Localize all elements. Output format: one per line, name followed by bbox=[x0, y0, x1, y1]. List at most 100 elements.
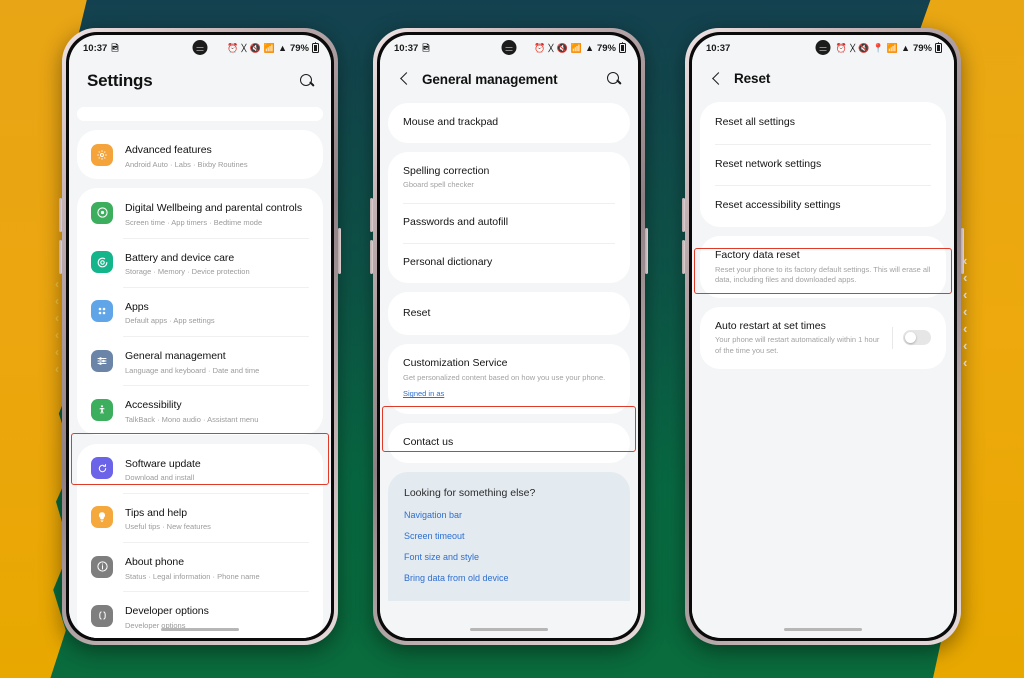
item-title: Tips and help bbox=[125, 506, 188, 519]
screen-settings: 10:37 🖻 ⏰ ᚷ 🔇 📶 ▲ 79% Settings Advanced … bbox=[69, 35, 331, 638]
software-update-icon bbox=[91, 457, 113, 480]
item-title: Contact us bbox=[403, 436, 454, 449]
image-icon: 🖻 bbox=[111, 42, 119, 53]
search-icon[interactable] bbox=[606, 71, 622, 87]
mute-icon: 🔇 bbox=[556, 42, 568, 53]
battery-percent: 79% bbox=[912, 42, 932, 54]
page-title: Settings bbox=[87, 71, 153, 90]
volume-down-button[interactable] bbox=[370, 240, 373, 274]
item-subtitle: Get personalized content based on how yo… bbox=[403, 372, 606, 382]
settings-group-3: Software update Download and install Tip… bbox=[77, 443, 323, 638]
settings-item-apps[interactable]: Apps Default apps · App settings bbox=[77, 286, 323, 336]
settings-header: Settings bbox=[69, 57, 331, 107]
gm-group-reset: Reset bbox=[388, 291, 630, 336]
screen-reset: 10:37 ⏰ ᚷ 🔇 📍 📶 ▲ 79% Reset Reset all se… bbox=[692, 35, 954, 638]
power-button[interactable] bbox=[961, 228, 964, 274]
battery-percent: 79% bbox=[289, 42, 309, 54]
settings-group-1: Advanced features Android Auto · Labs · … bbox=[77, 130, 323, 180]
item-subtitle: Language and keyboard · Date and time bbox=[125, 365, 260, 375]
signed-in-as-link[interactable]: Signed in as bbox=[403, 389, 444, 398]
item-title: Reset accessibility settings bbox=[715, 199, 841, 212]
page-title: Reset bbox=[734, 71, 771, 86]
volume-up-button[interactable] bbox=[59, 198, 62, 232]
settings-item-about-phone[interactable]: About phone Status · Legal information ·… bbox=[77, 542, 323, 591]
home-indicator[interactable] bbox=[161, 628, 239, 631]
gm-item-customization-service[interactable]: Customization Service Get personalized c… bbox=[388, 344, 630, 414]
suggestion-link-bring-data-from-old-device[interactable]: Bring data from old device bbox=[404, 573, 614, 583]
wifi-icon: 📶 bbox=[263, 42, 276, 53]
settings-item-tips-and-help[interactable]: Tips and help Useful tips · New features bbox=[77, 492, 323, 542]
item-subtitle: Your phone will restart automatically wi… bbox=[715, 335, 880, 355]
settings-item-advanced-features[interactable]: Advanced features Android Auto · Labs · … bbox=[77, 130, 323, 179]
status-time: 10:37 bbox=[83, 42, 108, 54]
search-bar-strip[interactable] bbox=[77, 107, 323, 121]
battery-icon bbox=[619, 41, 626, 53]
phone-device-settings: 10:37 🖻 ⏰ ᚷ 🔇 📶 ▲ 79% Settings Advanced … bbox=[59, 28, 341, 645]
settings-item-software-update[interactable]: Software update Download and install bbox=[77, 444, 323, 493]
volume-up-button[interactable] bbox=[370, 198, 373, 232]
settings-item-general-management[interactable]: General management Language and keyboard… bbox=[77, 336, 323, 385]
reset-item-factory-data-reset[interactable]: Factory data reset Reset your phone to i… bbox=[700, 236, 946, 298]
settings-list[interactable]: Advanced features Android Auto · Labs · … bbox=[69, 107, 331, 638]
reset-item-reset-all-settings[interactable]: Reset all settings bbox=[700, 102, 946, 144]
status-bar: 10:37 🖻 ⏰ ᚷ 🔇 📶 ▲ 79% bbox=[69, 35, 331, 57]
settings-item-accessibility[interactable]: Accessibility TalkBack · Mono audio · As… bbox=[77, 385, 323, 434]
gm-group-2: Spelling correction Gboard spell checker… bbox=[388, 151, 630, 283]
back-arrow-icon[interactable] bbox=[398, 72, 412, 86]
gm-item-personal-dictionary[interactable]: Personal dictionary bbox=[388, 243, 630, 283]
phone-device-general-management: 10:37 🖻 ⏰ ᚷ 🔇 📶 ▲ 79% General management bbox=[370, 28, 648, 645]
suggestion-link-font-size-and-style[interactable]: Font size and style bbox=[404, 552, 614, 562]
volume-down-button[interactable] bbox=[682, 240, 685, 274]
bluetooth-icon: ᚷ bbox=[850, 42, 856, 53]
item-title: Digital Wellbeing and parental controls bbox=[125, 202, 303, 215]
item-subtitle: Default apps · App settings bbox=[125, 316, 215, 326]
front-camera-punch-hole bbox=[192, 40, 208, 55]
gm-item-mouse-and-trackpad[interactable]: Mouse and trackpad bbox=[388, 103, 630, 143]
gm-item-passwords-and-autofill[interactable]: Passwords and autofill bbox=[388, 203, 630, 243]
search-icon[interactable] bbox=[299, 73, 315, 89]
settings-item-battery-device-care[interactable]: Battery and device care Storage · Memory… bbox=[77, 237, 323, 287]
reset-list[interactable]: Reset all settings Reset network setting… bbox=[692, 102, 954, 637]
battery-care-icon bbox=[91, 251, 113, 274]
item-title: Reset all settings bbox=[715, 116, 795, 128]
suggestion-link-navigation-bar[interactable]: Navigation bar bbox=[404, 510, 614, 520]
status-bar: 10:37 🖻 ⏰ ᚷ 🔇 📶 ▲ 79% bbox=[380, 35, 638, 57]
battery-icon bbox=[935, 41, 942, 53]
item-title: Customization Service bbox=[403, 357, 508, 370]
item-subtitle: Useful tips · New features bbox=[125, 522, 211, 532]
signal-icon: ▲ bbox=[278, 42, 287, 53]
mute-icon: 🔇 bbox=[249, 42, 261, 53]
page-title: General management bbox=[422, 71, 558, 87]
power-button[interactable] bbox=[645, 228, 648, 274]
reset-group-1: Reset all settings Reset network setting… bbox=[700, 102, 946, 227]
accessibility-icon bbox=[91, 398, 113, 421]
suggestion-link-screen-timeout[interactable]: Screen timeout bbox=[404, 531, 614, 541]
item-subtitle: Status · Legal information · Phone name bbox=[125, 571, 260, 581]
home-indicator[interactable] bbox=[470, 628, 548, 631]
gm-item-reset[interactable]: Reset bbox=[388, 292, 630, 336]
gm-group-1: Mouse and trackpad bbox=[388, 103, 630, 143]
item-title: Battery and device care bbox=[125, 251, 235, 264]
home-indicator[interactable] bbox=[784, 628, 862, 631]
item-subtitle: TalkBack · Mono audio · Assistant menu bbox=[125, 414, 259, 424]
reset-item-auto-restart[interactable]: Auto restart at set times Your phone wil… bbox=[700, 307, 946, 369]
item-title: General management bbox=[125, 350, 226, 362]
power-button[interactable] bbox=[338, 228, 341, 274]
gm-item-spelling-correction[interactable]: Spelling correction Gboard spell checker bbox=[388, 152, 630, 204]
general-management-list[interactable]: Mouse and trackpad Spelling correction G… bbox=[380, 103, 638, 638]
volume-up-button[interactable] bbox=[682, 198, 685, 232]
wallpaper-chevrons-right: ‹ ‹ ‹ ‹ ‹ ‹ ‹ bbox=[963, 253, 968, 370]
status-time: 10:37 bbox=[394, 42, 419, 54]
screen-general-management: 10:37 🖻 ⏰ ᚷ 🔇 📶 ▲ 79% General management bbox=[380, 35, 638, 638]
back-arrow-icon[interactable] bbox=[710, 72, 724, 86]
apps-icon bbox=[91, 300, 113, 323]
volume-down-button[interactable] bbox=[59, 240, 62, 274]
digital-wellbeing-icon bbox=[91, 201, 113, 224]
reset-item-reset-accessibility-settings[interactable]: Reset accessibility settings bbox=[700, 185, 946, 227]
gm-item-contact-us[interactable]: Contact us bbox=[388, 423, 630, 463]
auto-restart-toggle[interactable] bbox=[903, 330, 931, 346]
signal-icon: ▲ bbox=[901, 42, 910, 53]
suggestions-heading: Looking for something else? bbox=[404, 486, 536, 499]
reset-item-reset-network-settings[interactable]: Reset network settings bbox=[700, 143, 946, 186]
settings-item-digital-wellbeing[interactable]: Digital Wellbeing and parental controls … bbox=[77, 188, 323, 237]
